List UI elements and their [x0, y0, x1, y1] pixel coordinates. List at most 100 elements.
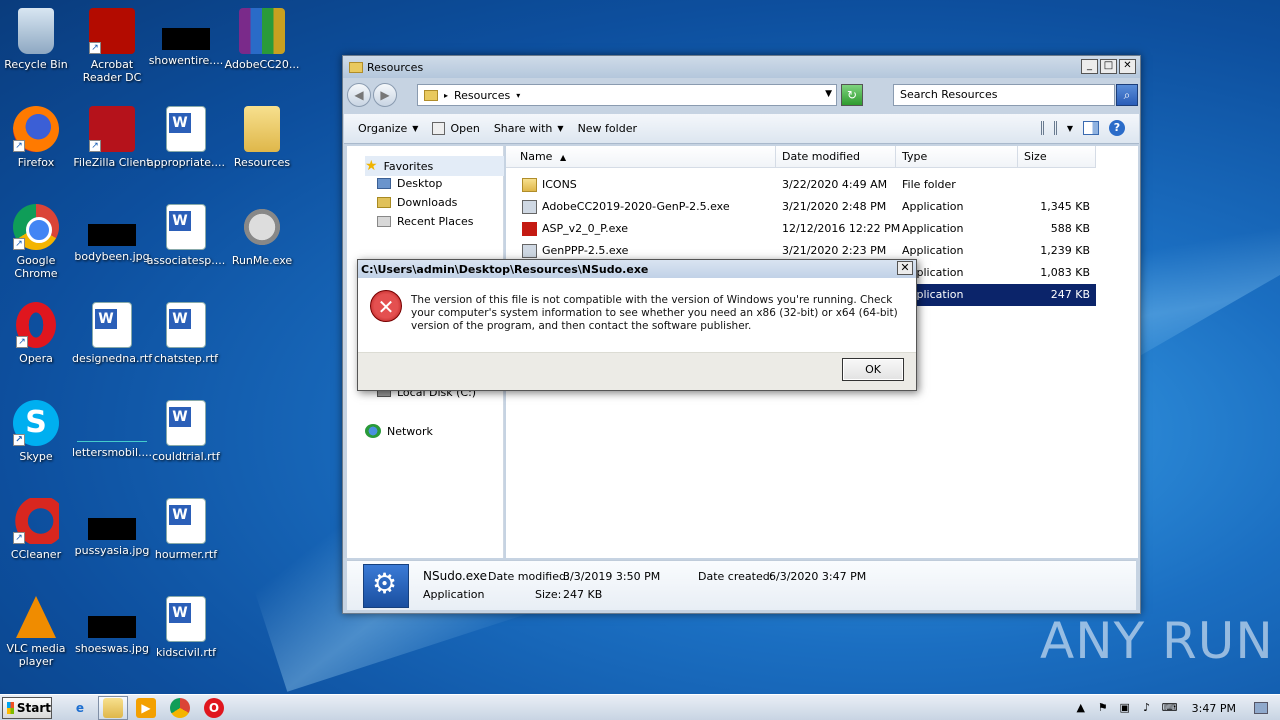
acrobat-icon: ↗ [89, 8, 135, 54]
file-row[interactable]: ASP_v2_0_P.exe 12/12/2016 12:22 PM Appli… [506, 218, 1096, 240]
column-header-name[interactable]: Name ▲ [506, 146, 776, 168]
taskbar-explorer-button[interactable] [98, 696, 128, 720]
desktop-icon-skype[interactable]: S ↗ Skype [0, 400, 76, 463]
file-row[interactable]: ICONS 3/22/2020 4:49 AM File folder [506, 174, 1096, 196]
image-thumbnail-icon [162, 28, 210, 50]
open-icon [432, 122, 446, 135]
details-date-modified-label: Date modified: [488, 570, 570, 583]
share-with-button[interactable]: Share with ▼ [494, 122, 564, 135]
internet-explorer-icon[interactable]: e [70, 698, 90, 718]
adobe-icon [522, 222, 537, 236]
word-document-icon [92, 302, 132, 348]
taskbar: Start e ▶ O ▲ ⚑ ▣ ♪ ⌨ 3:47 PM [0, 694, 1280, 720]
volume-icon[interactable]: ♪ [1140, 701, 1154, 715]
column-header-size[interactable]: Size [1018, 146, 1096, 168]
desktop-icon-vlc[interactable]: VLC media player [0, 596, 76, 668]
explorer-folder-icon [103, 698, 123, 718]
desktop-icon-recycle-bin[interactable]: Recycle Bin [0, 8, 76, 71]
address-dropdown-icon[interactable]: ▼ [825, 89, 832, 99]
recent-places-icon [377, 216, 391, 227]
maximize-button[interactable]: □ [1100, 59, 1117, 74]
file-row[interactable]: AdobeCC2019-2020-GenP-2.5.exe 3/21/2020 … [506, 196, 1096, 218]
firefox-icon: ↗ [13, 106, 59, 152]
desktop-icon-opera[interactable]: ↗ Opera [0, 302, 76, 365]
desktop-icon-chatstep[interactable]: chatstep.rtf [146, 302, 226, 365]
media-player-icon[interactable]: ▶ [136, 698, 156, 718]
forward-button[interactable]: ▶ [373, 83, 397, 107]
recycle-bin-icon [18, 8, 54, 54]
nav-desktop[interactable]: Desktop [377, 177, 442, 190]
desktop-icon-pussyasia[interactable]: pussyasia.jpg [72, 498, 152, 557]
keyboard-icon[interactable]: ⌨ [1162, 701, 1178, 715]
runme-exe-icon [239, 204, 285, 250]
clock[interactable]: 3:47 PM [1192, 702, 1236, 715]
change-view-icon[interactable] [1040, 121, 1057, 135]
close-button[interactable]: ✕ [1119, 59, 1136, 74]
app-icon [522, 244, 537, 258]
network-tray-icon[interactable]: ▣ [1118, 701, 1132, 715]
desktop-icon-shoeswas[interactable]: shoeswas.jpg [72, 596, 152, 655]
desktop-icon-bodybeen[interactable]: bodybeen.jpg [72, 204, 152, 263]
desktop-icon-kidscivil[interactable]: kidscivil.rtf [146, 596, 226, 659]
desktop-icon-filezilla[interactable]: ↗ FileZilla Client [72, 106, 152, 169]
image-thumbnail-icon [88, 616, 136, 638]
chevron-right-icon[interactable]: ▸ [444, 91, 448, 100]
chrome-taskbar-icon[interactable] [170, 698, 190, 718]
nav-network[interactable]: Network [365, 424, 433, 438]
open-button[interactable]: Open [432, 122, 480, 135]
desktop-icon-adobecc[interactable]: AdobeCC20... [222, 8, 302, 71]
explorer-titlebar[interactable]: Resources _ □ ✕ [343, 56, 1140, 78]
column-header-date[interactable]: Date modified [776, 146, 896, 168]
start-button[interactable]: Start [2, 697, 52, 719]
desktop-icon-designedna[interactable]: designedna.rtf [72, 302, 152, 365]
search-input[interactable]: Search Resources [893, 84, 1115, 106]
desktop-icon-lettersmobil[interactable]: lettersmobil.... [72, 400, 152, 459]
desktop-icon-runme[interactable]: RunMe.exe [222, 204, 302, 267]
skype-icon: S ↗ [13, 400, 59, 446]
help-icon[interactable]: ? [1109, 120, 1125, 136]
nav-recent-places[interactable]: Recent Places [377, 215, 474, 228]
word-document-icon [166, 596, 206, 642]
ccleaner-icon: ↗ [13, 498, 59, 544]
dialog-footer: OK [358, 352, 916, 390]
desktop-icon-firefox[interactable]: ↗ Firefox [0, 106, 76, 169]
folder-icon [424, 89, 438, 101]
organize-button[interactable]: Organize ▼ [358, 122, 418, 135]
desktop-icon-appropriate[interactable]: appropriate.... [146, 106, 226, 169]
show-hidden-icons-icon[interactable]: ▲ [1074, 701, 1088, 715]
address-bar[interactable]: ▸ Resources ▾ ▼ [417, 84, 837, 106]
action-center-flag-icon[interactable]: ⚑ [1096, 701, 1110, 715]
refresh-button[interactable]: ↻ [841, 84, 863, 106]
new-folder-button[interactable]: New folder [578, 122, 637, 135]
dialog-titlebar[interactable]: C:\Users\admin\Desktop\Resources\NSudo.e… [358, 260, 916, 278]
image-thumbnail-icon [77, 420, 147, 442]
nav-favorites[interactable]: ★ Favorites [365, 156, 504, 176]
desktop-icon-ccleaner[interactable]: ↗ CCleaner [0, 498, 76, 561]
search-icon[interactable]: ⌕ [1116, 84, 1138, 106]
desktop-icon-chrome[interactable]: ↗ Google Chrome [0, 204, 76, 280]
ok-button[interactable]: OK [842, 358, 904, 381]
word-document-icon [166, 106, 206, 152]
minimize-button[interactable]: _ [1081, 59, 1098, 74]
word-document-icon [166, 498, 206, 544]
nsudo-app-icon [363, 564, 409, 608]
dialog-body: ✕ The version of this file is not compat… [358, 278, 916, 352]
desktop-icon-resources[interactable]: Resources [222, 106, 302, 169]
column-header-type[interactable]: Type [896, 146, 1018, 168]
desktop-icon-associatesp[interactable]: associatesp.... [146, 204, 226, 267]
chevron-down-icon[interactable]: ▾ [516, 91, 520, 100]
preview-pane-icon[interactable] [1083, 121, 1099, 135]
desktop-icon-showentire[interactable]: showentire.... [146, 8, 226, 67]
nav-downloads[interactable]: Downloads [377, 196, 457, 209]
opera-taskbar-icon[interactable]: O [204, 698, 224, 718]
back-button[interactable]: ◀ [347, 83, 371, 107]
network-icon [365, 424, 381, 438]
desktop-icon-couldtrial[interactable]: couldtrial.rtf [146, 400, 226, 463]
desktop-icon-acrobat[interactable]: ↗ Acrobat Reader DC [72, 8, 152, 84]
show-desktop-button[interactable] [1254, 702, 1268, 714]
breadcrumb-resources[interactable]: Resources [454, 89, 510, 102]
dialog-close-button[interactable]: ✕ [897, 261, 913, 275]
desktop-icon-hourmer[interactable]: hourmer.rtf [146, 498, 226, 561]
command-bar: Organize ▼ Open Share with ▼ New folder … [344, 114, 1139, 144]
chevron-down-icon[interactable]: ▼ [1067, 124, 1073, 133]
